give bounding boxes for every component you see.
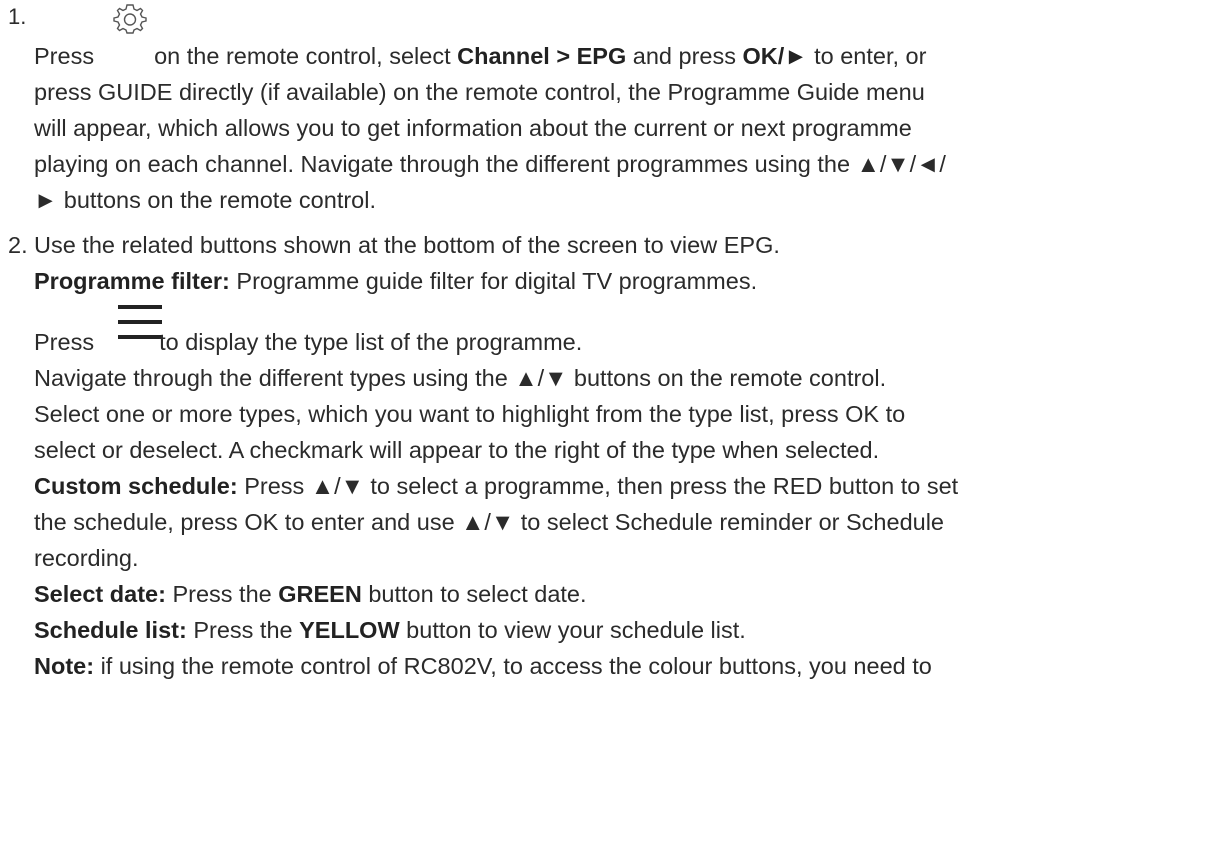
yellow-word: YELLOW (299, 617, 400, 643)
text-span: if using the remote control of RC802V, t… (94, 653, 932, 679)
text-span: to enter, or (807, 43, 927, 69)
text-span: to display the type list of the programm… (159, 329, 583, 355)
filter-label: Programme filter: (34, 268, 230, 294)
step2-line-6: Select one or more types, which you want… (34, 401, 906, 427)
step1-line-3: will appear, which allows you to get inf… (34, 115, 912, 141)
step-number-2: 2. (8, 232, 28, 258)
step2-line-list: Schedule list: Press the YELLOW button t… (34, 614, 746, 646)
step2-line-5: Navigate through the different types usi… (34, 365, 887, 391)
step1-line-4: playing on each channel. Navigate throug… (34, 151, 946, 177)
bold-menu-path: Channel > EPG (457, 43, 627, 69)
step2-line-7: select or deselect. A checkmark will app… (34, 437, 880, 463)
select-date-label: Select date: (34, 581, 166, 607)
custom-schedule-label: Custom schedule: (34, 473, 238, 499)
text-span: Press the (186, 617, 300, 643)
text-span: Press ▲/▼ to select a programme, then pr… (237, 473, 959, 499)
bold-ok-key: OK/► (742, 43, 808, 69)
step2-line-9: the schedule, press OK to enter and use … (34, 509, 944, 535)
green-word: GREEN (278, 581, 362, 607)
document-page: 1. Press on the remote control, select Ch… (0, 0, 1212, 867)
step2-line-1: Use the related buttons shown at the bot… (34, 232, 780, 258)
step-number-1: 1. (8, 4, 27, 29)
press-word: Press (34, 43, 95, 69)
step2-line-note: Note: if using the remote control of RC8… (34, 650, 932, 682)
gear-icon (113, 2, 147, 34)
press-word: Press (34, 329, 95, 355)
text-span: Press the (165, 581, 279, 607)
step1-line-1: Press on the remote control, select Chann… (34, 40, 926, 72)
filter-text: Programme guide filter for digital TV pr… (229, 268, 758, 294)
step1-line-2: press GUIDE directly (if available) on t… (34, 79, 925, 105)
text-span: button to view your schedule list. (399, 617, 746, 643)
note-label: Note: (34, 653, 95, 679)
step2-line-10: recording. (34, 545, 139, 571)
step2-line-custom: Custom schedule: Press ▲/▼ to select a p… (34, 470, 958, 502)
schedule-list-label: Schedule list: (34, 617, 187, 643)
step1-line-5: ► buttons on the remote control. (34, 187, 377, 213)
text-span: button to select date. (361, 581, 587, 607)
text-span: and press (626, 43, 743, 69)
text-span: on the remote control, select (154, 43, 458, 69)
step2-line-filter: Programme filter: Programme guide filter… (34, 265, 757, 297)
step2-line-date: Select date: Press the GREEN button to s… (34, 578, 587, 610)
step2-line-press: Press to display the type list of the pro… (34, 326, 582, 358)
